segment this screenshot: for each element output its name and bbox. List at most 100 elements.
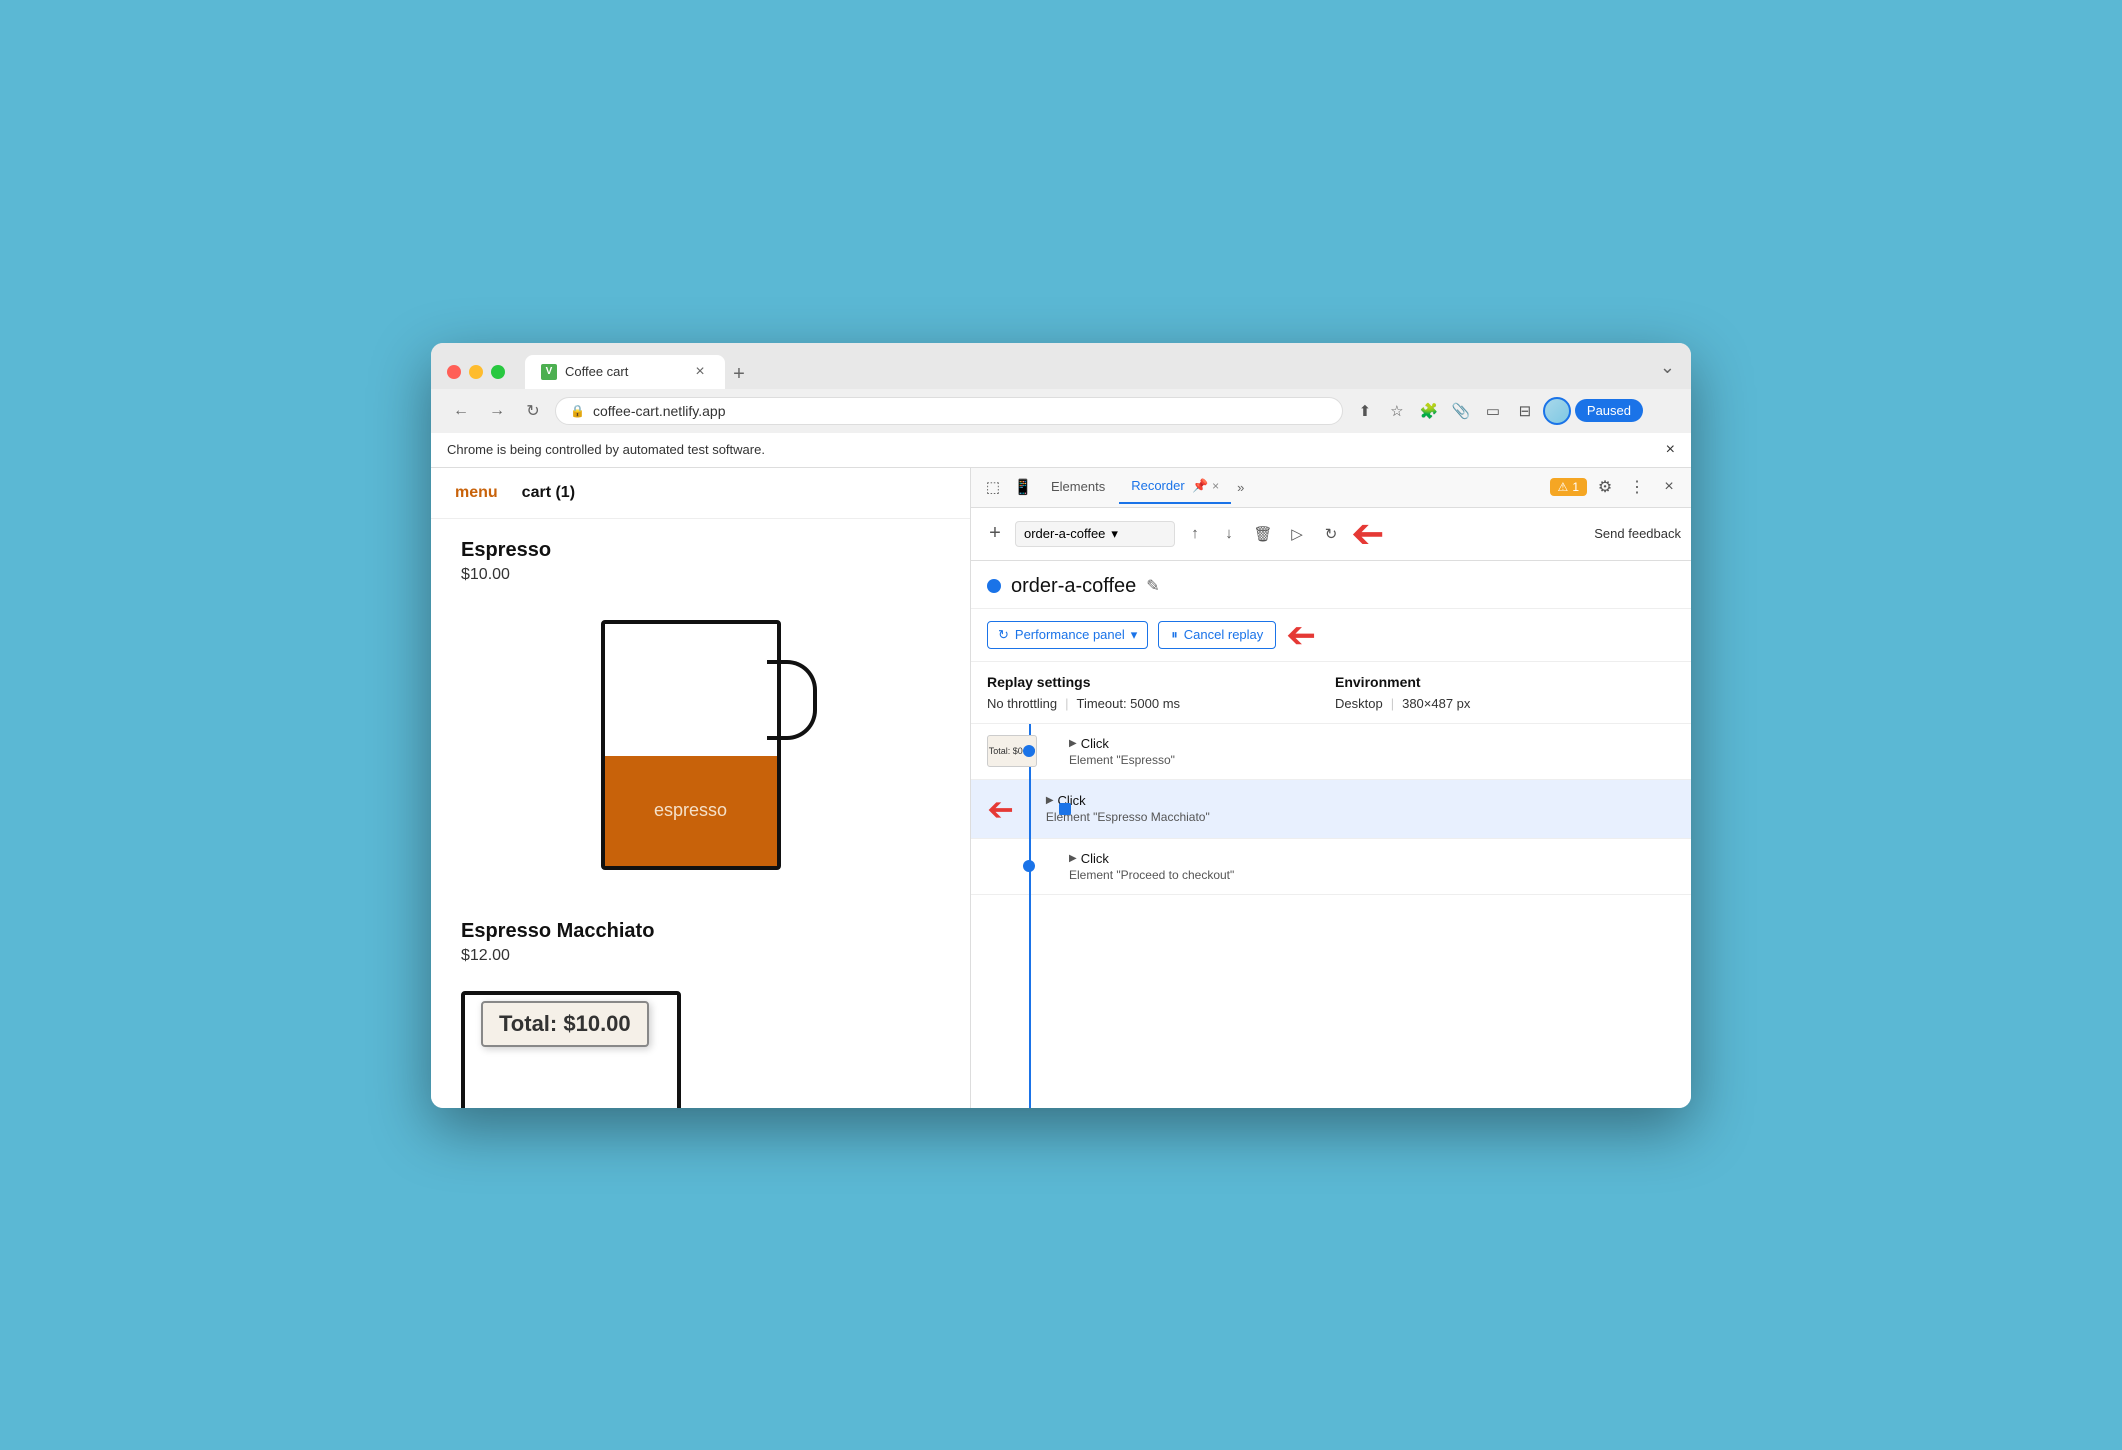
badge-count: 1 bbox=[1572, 480, 1579, 494]
address-bar[interactable]: 🔒 coffee-cart.netlify.app bbox=[555, 397, 1343, 425]
macchiato-cup-container: Total: $10.00 bbox=[461, 991, 681, 1108]
recording-status-dot bbox=[987, 579, 1001, 593]
espresso-product: Espresso $10.00 espresso bbox=[461, 539, 940, 900]
expand-icon-1[interactable]: ▶ bbox=[1069, 738, 1077, 749]
website-panel: menu cart (1) Espresso $10.00 espresso bbox=[431, 468, 971, 1108]
back-button[interactable]: ← bbox=[447, 397, 475, 425]
cancel-replay-label: Cancel replay bbox=[1184, 627, 1264, 642]
cast-button[interactable]: ▭ bbox=[1479, 397, 1507, 425]
notification-badge[interactable]: ⚠ 1 bbox=[1550, 478, 1587, 496]
forward-button[interactable]: → bbox=[483, 397, 511, 425]
automation-banner: Chrome is being controlled by automated … bbox=[431, 433, 1691, 468]
expand-icon-2[interactable]: ▶ bbox=[1046, 795, 1054, 806]
profile-button[interactable]: 📎 bbox=[1447, 397, 1475, 425]
timeline-line bbox=[1029, 724, 1031, 1108]
replay-settings-title: Replay settings bbox=[987, 674, 1327, 690]
timeline-area: Total: $0.00 ▶ Click Element "Espresso" … bbox=[971, 724, 1691, 1108]
tab-title: Coffee cart bbox=[565, 364, 683, 379]
replay-settings-col: Replay settings No throttling | Timeout:… bbox=[987, 674, 1327, 711]
minimize-traffic-light[interactable] bbox=[469, 365, 483, 379]
timeline-action-1: ▶ Click bbox=[1069, 736, 1675, 751]
tab-recorder[interactable]: Recorder 📌 × bbox=[1119, 470, 1231, 504]
devtools-close-button[interactable]: × bbox=[1655, 473, 1683, 501]
delete-button[interactable]: 🗑 bbox=[1249, 520, 1277, 548]
tab-favicon: V bbox=[541, 364, 557, 380]
replay-button[interactable]: ▷ bbox=[1283, 520, 1311, 548]
timeline-action-2: ▶ Click bbox=[1046, 793, 1675, 808]
toolbar-red-arrow: ➔ bbox=[1351, 514, 1385, 554]
lock-icon: 🔒 bbox=[570, 404, 585, 418]
profile-avatar[interactable] bbox=[1543, 397, 1571, 425]
tabs-area: V Coffee cart × + bbox=[525, 355, 1648, 389]
browser-menu-button[interactable] bbox=[1647, 397, 1675, 425]
tab-elements[interactable]: Elements bbox=[1039, 471, 1117, 504]
tab-recorder-close[interactable]: × bbox=[1212, 479, 1219, 493]
devtools-right-actions: ⚠ 1 ⚙ ⋮ × bbox=[1550, 473, 1683, 501]
recorder-header: order-a-coffee ✎ bbox=[971, 561, 1691, 609]
nav-cart-link[interactable]: cart (1) bbox=[522, 484, 575, 502]
replay-settings-values: No throttling | Timeout: 5000 ms bbox=[987, 696, 1327, 711]
slow-replay-button[interactable]: ↻ bbox=[1317, 520, 1345, 548]
replay-settings-section: Replay settings No throttling | Timeout:… bbox=[971, 662, 1691, 724]
timeline-item-3: ▶ Click Element "Proceed to checkout" bbox=[971, 839, 1691, 895]
new-tab-button[interactable]: + bbox=[725, 361, 753, 389]
devtools-more-button[interactable]: ⋮ bbox=[1623, 473, 1651, 501]
devtools-device-button[interactable]: 📱 bbox=[1009, 473, 1037, 501]
send-feedback-link[interactable]: Send feedback bbox=[1594, 526, 1681, 541]
performance-panel-select[interactable]: ↻ Performance panel ▾ bbox=[987, 621, 1148, 649]
recorder-toolbar: + order-a-coffee ▾ ↑ ↓ 🗑 ▷ ↻ ➔ Send feed… bbox=[971, 508, 1691, 561]
split-view-button[interactable]: ⊟ bbox=[1511, 397, 1539, 425]
timeline-item-1: Total: $0.00 ▶ Click Element "Espresso" bbox=[971, 724, 1691, 780]
active-tab[interactable]: V Coffee cart × bbox=[525, 355, 725, 389]
timeline-content-3: ▶ Click Element "Proceed to checkout" bbox=[1069, 851, 1675, 882]
export-button[interactable]: ↑ bbox=[1181, 520, 1209, 548]
close-traffic-light[interactable] bbox=[447, 365, 461, 379]
banner-close-button[interactable]: × bbox=[1666, 441, 1675, 459]
timeline-content-1: ▶ Click Element "Espresso" bbox=[1069, 736, 1675, 767]
environment-col: Environment Desktop | 380×487 px bbox=[1335, 674, 1675, 711]
settings-row: ↻ Performance panel ▾ ⏸ Cancel replay ➔ bbox=[971, 609, 1691, 662]
devtools-settings-button[interactable]: ⚙ bbox=[1591, 473, 1619, 501]
bookmark-button[interactable]: ☆ bbox=[1383, 397, 1411, 425]
edit-name-icon[interactable]: ✎ bbox=[1146, 576, 1159, 596]
espresso-cup-container: espresso bbox=[461, 600, 940, 900]
action-label-1: Click bbox=[1081, 736, 1109, 751]
refresh-button[interactable]: ↻ bbox=[519, 397, 547, 425]
website-nav: menu cart (1) bbox=[431, 468, 970, 519]
recording-name-text: order-a-coffee bbox=[1024, 526, 1105, 541]
browser-window: V Coffee cart × + ⌄ ← → ↻ 🔒 coffee-cart.… bbox=[431, 343, 1691, 1108]
nav-menu-link[interactable]: menu bbox=[455, 484, 498, 502]
maximize-traffic-light[interactable] bbox=[491, 365, 505, 379]
cup-handle bbox=[767, 660, 817, 740]
window-chevron[interactable]: ⌄ bbox=[1660, 357, 1675, 386]
timeline-dot-1 bbox=[1023, 745, 1035, 757]
main-content: menu cart (1) Espresso $10.00 espresso bbox=[431, 468, 1691, 1108]
action-label-3: Click bbox=[1081, 851, 1109, 866]
desktop-value: Desktop bbox=[1335, 696, 1383, 711]
timeline-dot-3 bbox=[1023, 860, 1035, 872]
devtools-more-tabs[interactable]: » bbox=[1237, 480, 1244, 495]
expand-icon-3[interactable]: ▶ bbox=[1069, 853, 1077, 864]
perf-dropdown-icon: ▾ bbox=[1131, 627, 1138, 643]
import-button[interactable]: ↓ bbox=[1215, 520, 1243, 548]
share-button[interactable]: ⬆ bbox=[1351, 397, 1379, 425]
timeline-content-2: ▶ Click Element "Espresso Macchiato" bbox=[1046, 793, 1675, 824]
extensions-button[interactable]: 🧩 bbox=[1415, 397, 1443, 425]
devtools-inspect-button[interactable]: ⬚ bbox=[979, 473, 1007, 501]
environment-values: Desktop | 380×487 px bbox=[1335, 696, 1675, 711]
paused-badge[interactable]: Paused bbox=[1575, 399, 1643, 422]
timeline-action-3: ▶ Click bbox=[1069, 851, 1675, 866]
title-bar: V Coffee cart × + ⌄ bbox=[431, 343, 1691, 389]
add-recording-button[interactable]: + bbox=[981, 520, 1009, 548]
no-throttle-value: No throttling bbox=[987, 696, 1057, 711]
total-overlay: Total: $10.00 bbox=[481, 1001, 649, 1047]
cancel-red-arrow: ➔ bbox=[1286, 617, 1316, 653]
espresso-title: Espresso bbox=[461, 539, 940, 562]
cancel-replay-button[interactable]: ⏸ Cancel replay bbox=[1158, 621, 1276, 649]
tab-close-button[interactable]: × bbox=[691, 363, 709, 381]
warning-icon: ⚠ bbox=[1558, 480, 1569, 494]
cup-label: espresso bbox=[654, 800, 727, 821]
recording-select[interactable]: order-a-coffee ▾ bbox=[1015, 521, 1175, 547]
timeline-red-arrow: ➔ bbox=[987, 790, 1014, 828]
timeout-value: Timeout: 5000 ms bbox=[1076, 696, 1180, 711]
